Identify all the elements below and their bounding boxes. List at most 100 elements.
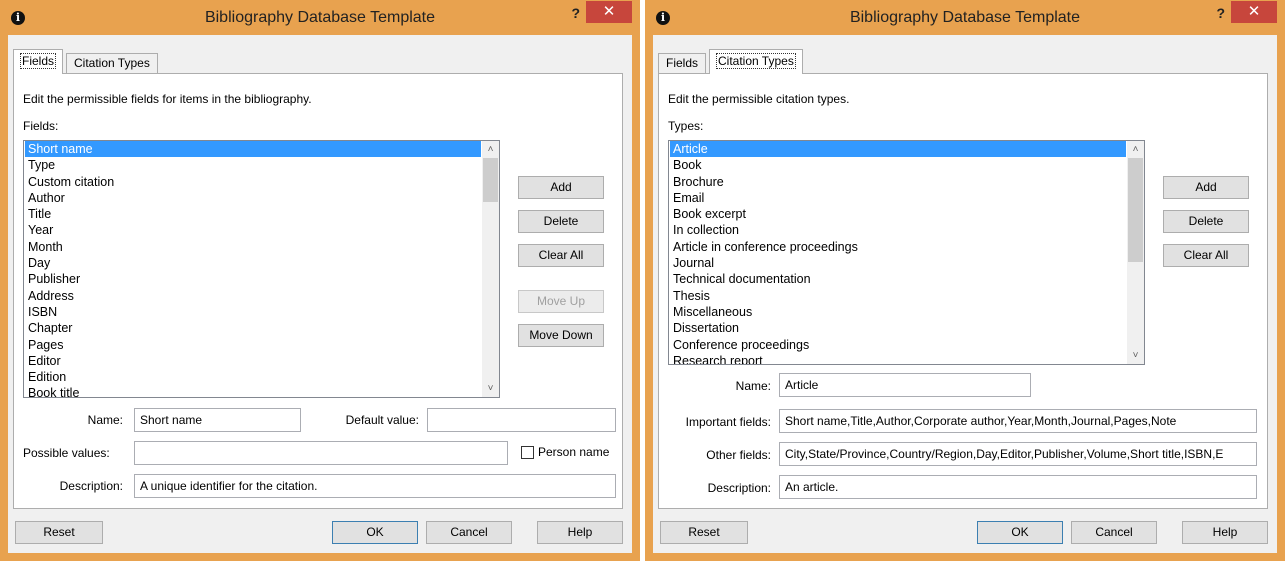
- move-up-button[interactable]: Move Up: [518, 290, 604, 313]
- scroll-down-icon[interactable]: ˅: [1127, 347, 1144, 364]
- close-icon[interactable]: ✕: [1231, 1, 1277, 23]
- list-item[interactable]: Technical documentation: [670, 271, 1126, 287]
- tab-fields[interactable]: Fields: [658, 53, 707, 73]
- scroll-up-icon[interactable]: ˄: [1127, 141, 1144, 158]
- fields-listbox[interactable]: Short name Type Custom citation Author Title…: [23, 140, 500, 398]
- list-item[interactable]: ISBN: [25, 304, 481, 320]
- list-item[interactable]: Article in conference proceedings: [670, 239, 1126, 255]
- list-item[interactable]: Pages: [25, 337, 481, 353]
- dialog-footer: Reset OK Cancel Help: [653, 509, 1277, 553]
- possible-values-label: Possible values:: [23, 446, 110, 460]
- list-item[interactable]: Journal: [670, 255, 1126, 271]
- list-item[interactable]: Miscellaneous: [670, 304, 1126, 320]
- list-item[interactable]: Title: [25, 206, 481, 222]
- types-listbox[interactable]: Article Book Brochure Email Book excerpt In c…: [668, 140, 1145, 365]
- list-item[interactable]: Address: [25, 288, 481, 304]
- cancel-button[interactable]: Cancel: [426, 521, 512, 544]
- move-down-button[interactable]: Move Down: [518, 324, 604, 347]
- tab-citation-types[interactable]: Citation Types: [709, 49, 803, 74]
- client-area: Fields Citation Types Edit the permissib…: [653, 35, 1277, 553]
- dialog-right: i Bibliography Database Template ? ✕ Fie…: [645, 0, 1285, 561]
- list-item[interactable]: Thesis: [670, 288, 1126, 304]
- client-area: Fields Citation Types Edit the permissib…: [8, 35, 632, 553]
- scroll-up-icon[interactable]: ˄: [482, 141, 499, 158]
- name-input[interactable]: Article: [779, 373, 1031, 397]
- list-item[interactable]: Publisher: [25, 271, 481, 287]
- ok-button[interactable]: OK: [332, 521, 418, 544]
- other-fields-label: Other fields:: [706, 448, 771, 462]
- help-question-icon[interactable]: ?: [571, 5, 580, 21]
- default-value-label: Default value:: [345, 413, 419, 427]
- name-label: Name:: [87, 413, 123, 427]
- close-icon[interactable]: ✕: [586, 1, 632, 23]
- panel-description: Edit the permissible citation types.: [668, 92, 850, 106]
- cancel-button[interactable]: Cancel: [1071, 521, 1157, 544]
- list-item[interactable]: Research report: [670, 353, 1126, 364]
- fields-list: Short name Type Custom citation Author Title…: [25, 141, 481, 397]
- reset-button[interactable]: Reset: [660, 521, 748, 544]
- list-item[interactable]: Year: [25, 222, 481, 238]
- title-bar[interactable]: i Bibliography Database Template ? ✕: [0, 0, 640, 35]
- help-question-icon[interactable]: ?: [1216, 5, 1225, 21]
- description-input[interactable]: A unique identifier for the citation.: [134, 474, 616, 498]
- dialog-footer: Reset OK Cancel Help: [8, 509, 632, 553]
- list-item[interactable]: Email: [670, 190, 1126, 206]
- default-value-input[interactable]: [427, 408, 616, 432]
- help-button[interactable]: Help: [1182, 521, 1268, 544]
- scroll-thumb[interactable]: [1128, 158, 1143, 262]
- title-bar[interactable]: i Bibliography Database Template ? ✕: [645, 0, 1285, 35]
- dialog-left: i Bibliography Database Template ? ✕ Fie…: [0, 0, 640, 561]
- panel-description: Edit the permissible fields for items in…: [23, 92, 312, 106]
- citation-types-panel: Edit the permissible citation types. Typ…: [658, 73, 1268, 509]
- delete-button[interactable]: Delete: [518, 210, 604, 233]
- clear-all-button[interactable]: Clear All: [1163, 244, 1249, 267]
- name-input[interactable]: Short name: [134, 408, 301, 432]
- delete-button[interactable]: Delete: [1163, 210, 1249, 233]
- types-list-label: Types:: [668, 119, 704, 133]
- vertical-scrollbar[interactable]: ˄ ˅: [482, 141, 499, 397]
- add-button[interactable]: Add: [518, 176, 604, 199]
- list-item[interactable]: Short name: [25, 141, 481, 158]
- other-fields-input[interactable]: City,State/Province,Country/Region,Day,E…: [779, 442, 1257, 466]
- list-item[interactable]: Article: [670, 141, 1126, 158]
- clear-all-button[interactable]: Clear All: [518, 244, 604, 267]
- window-title: Bibliography Database Template: [849, 9, 1081, 26]
- list-item[interactable]: In collection: [670, 222, 1126, 238]
- list-item[interactable]: Edition: [25, 369, 481, 385]
- tab-fields[interactable]: Fields: [13, 49, 64, 74]
- reset-button[interactable]: Reset: [15, 521, 103, 544]
- fields-panel: Edit the permissible fields for items in…: [13, 73, 623, 509]
- name-label: Name:: [735, 379, 771, 393]
- list-item[interactable]: Book title: [25, 385, 481, 397]
- add-button[interactable]: Add: [1163, 176, 1249, 199]
- list-item[interactable]: Type: [25, 157, 481, 173]
- description-input[interactable]: An article.: [779, 475, 1257, 499]
- important-fields-label: Important fields:: [685, 415, 771, 429]
- scroll-thumb[interactable]: [483, 158, 498, 202]
- vertical-scrollbar[interactable]: ˄ ˅: [1127, 141, 1144, 364]
- tab-citation-types[interactable]: Citation Types: [66, 53, 158, 73]
- ok-button[interactable]: OK: [977, 521, 1063, 544]
- scroll-down-icon[interactable]: ˅: [482, 380, 499, 397]
- person-name-label[interactable]: Person name: [538, 445, 609, 459]
- person-name-checkbox[interactable]: [521, 446, 534, 459]
- list-item[interactable]: Conference proceedings: [670, 337, 1126, 353]
- info-icon: i: [11, 11, 25, 25]
- list-item[interactable]: Editor: [25, 353, 481, 369]
- list-item[interactable]: Author: [25, 190, 481, 206]
- list-item[interactable]: Brochure: [670, 174, 1126, 190]
- help-button[interactable]: Help: [537, 521, 623, 544]
- description-label: Description:: [59, 479, 123, 493]
- list-item[interactable]: Book excerpt: [670, 206, 1126, 222]
- window-title: Bibliography Database Template: [204, 9, 436, 26]
- list-item[interactable]: Chapter: [25, 320, 481, 336]
- possible-values-input[interactable]: [134, 441, 508, 465]
- list-item[interactable]: Dissertation: [670, 320, 1126, 336]
- info-icon: i: [656, 11, 670, 25]
- list-item[interactable]: Book: [670, 157, 1126, 173]
- list-item[interactable]: Month: [25, 239, 481, 255]
- list-item[interactable]: Day: [25, 255, 481, 271]
- fields-list-label: Fields:: [23, 119, 59, 133]
- list-item[interactable]: Custom citation: [25, 174, 481, 190]
- important-fields-input[interactable]: Short name,Title,Author,Corporate author…: [779, 409, 1257, 433]
